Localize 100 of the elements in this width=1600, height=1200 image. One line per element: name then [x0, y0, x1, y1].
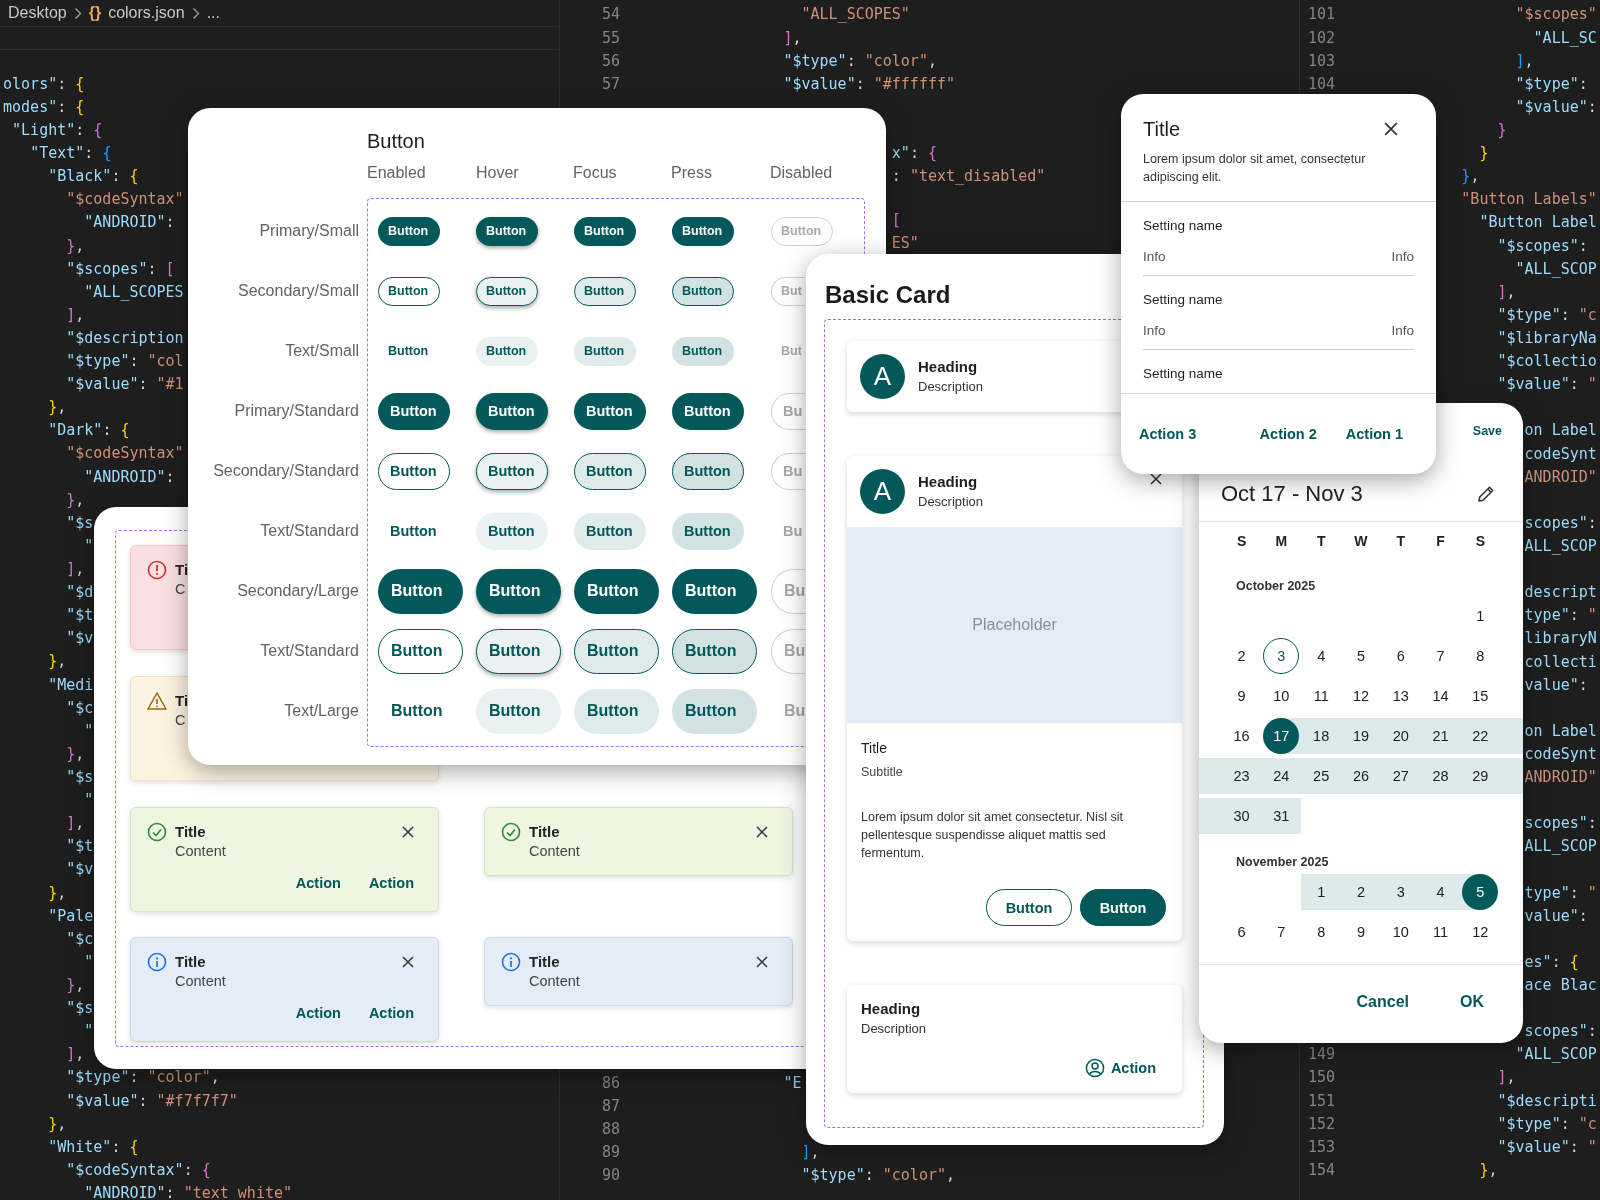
- sample-button[interactable]: Button: [378, 452, 450, 490]
- breadcrumb-item[interactable]: ...: [206, 4, 220, 22]
- sample-button[interactable]: Button: [574, 216, 636, 246]
- calendar-day[interactable]: 4: [1301, 638, 1342, 674]
- calendar-day[interactable]: 2: [1221, 638, 1262, 674]
- sample-button[interactable]: Button: [672, 452, 744, 490]
- calendar-day[interactable]: 2: [1341, 874, 1381, 910]
- calendar-day[interactable]: 11: [1420, 914, 1461, 950]
- sample-button[interactable]: Button: [672, 568, 757, 614]
- sample-button[interactable]: Button: [672, 628, 757, 674]
- sample-button[interactable]: Button: [574, 628, 659, 674]
- calendar-day[interactable]: 22: [1460, 718, 1501, 754]
- calendar-day[interactable]: 10: [1380, 914, 1421, 950]
- breadcrumb-item[interactable]: Desktop: [8, 4, 67, 22]
- sample-button[interactable]: Button: [378, 568, 463, 614]
- sample-button[interactable]: Button: [574, 276, 636, 306]
- breadcrumb-item[interactable]: colors.json: [108, 4, 185, 22]
- calendar-day[interactable]: 6: [1221, 914, 1262, 950]
- action-button[interactable]: Action: [1084, 1058, 1156, 1078]
- sample-button[interactable]: Button: [378, 688, 463, 734]
- sample-button[interactable]: Button: [672, 688, 757, 734]
- action-button[interactable]: Action 3: [1139, 425, 1197, 442]
- calendar-day[interactable]: 23: [1221, 758, 1262, 794]
- calendar-day[interactable]: 8: [1460, 638, 1501, 674]
- calendar-day[interactable]: 11: [1301, 678, 1342, 714]
- calendar-day[interactable]: 28: [1420, 758, 1461, 794]
- sample-button[interactable]: Button: [672, 512, 744, 550]
- card-button[interactable]: Button: [1080, 889, 1166, 926]
- close-icon[interactable]: [756, 956, 768, 969]
- calendar-day[interactable]: 3: [1380, 874, 1421, 910]
- sample-button[interactable]: Button: [378, 512, 450, 550]
- sample-button[interactable]: Button: [476, 512, 548, 550]
- sample-button[interactable]: Button: [378, 392, 450, 430]
- sample-button[interactable]: Button: [476, 216, 538, 246]
- calendar-day[interactable]: 29: [1460, 758, 1501, 794]
- sample-button[interactable]: Button: [378, 276, 440, 306]
- close-icon[interactable]: [1384, 122, 1398, 136]
- calendar-day[interactable]: 1: [1301, 874, 1342, 910]
- calendar-day[interactable]: 9: [1221, 678, 1262, 714]
- calendar-day[interactable]: 5: [1460, 874, 1501, 910]
- calendar-day[interactable]: 31: [1261, 798, 1302, 834]
- calendar-day[interactable]: 27: [1380, 758, 1421, 794]
- sample-button[interactable]: Button: [672, 276, 734, 306]
- calendar-day[interactable]: 26: [1341, 758, 1381, 794]
- calendar-day[interactable]: 19: [1341, 718, 1381, 754]
- calendar-day[interactable]: 13: [1380, 678, 1421, 714]
- sample-button[interactable]: Button: [574, 512, 646, 550]
- sample-button[interactable]: Button: [476, 568, 561, 614]
- calendar-day[interactable]: 16: [1221, 718, 1262, 754]
- calendar-day[interactable]: 30: [1221, 798, 1262, 834]
- calendar-day[interactable]: 12: [1341, 678, 1381, 714]
- calendar-day[interactable]: 10: [1261, 678, 1302, 714]
- calendar-day[interactable]: 15: [1460, 678, 1501, 714]
- calendar-day[interactable]: 9: [1341, 914, 1381, 950]
- sample-button[interactable]: Button: [574, 688, 659, 734]
- pencil-icon[interactable]: [1476, 484, 1496, 504]
- action-button[interactable]: Action: [295, 1005, 341, 1022]
- calendar-day[interactable]: 7: [1420, 638, 1461, 674]
- sample-button[interactable]: Button: [672, 336, 734, 366]
- dialog-button[interactable]: Cancel: [1356, 992, 1409, 1011]
- calendar-day[interactable]: 14: [1420, 678, 1461, 714]
- close-icon[interactable]: [1150, 473, 1162, 485]
- save-button[interactable]: Save: [1472, 424, 1502, 438]
- sample-button[interactable]: Button: [476, 452, 548, 490]
- sample-button[interactable]: Button: [378, 628, 463, 674]
- action-button[interactable]: Action: [368, 874, 414, 891]
- action-button[interactable]: Action 2: [1259, 425, 1317, 442]
- card-button[interactable]: Button: [986, 889, 1072, 926]
- calendar-day[interactable]: 25: [1301, 758, 1342, 794]
- calendar-day[interactable]: 6: [1380, 638, 1421, 674]
- sample-button[interactable]: Button: [574, 452, 646, 490]
- close-icon[interactable]: [402, 825, 414, 838]
- sample-button[interactable]: Button: [476, 336, 538, 366]
- action-button[interactable]: Action: [295, 874, 341, 891]
- sample-button[interactable]: Button: [672, 216, 734, 246]
- calendar-day[interactable]: 7: [1261, 914, 1302, 950]
- calendar-day[interactable]: 4: [1420, 874, 1461, 910]
- calendar-day[interactable]: 18: [1301, 718, 1342, 754]
- sample-button[interactable]: Button: [574, 568, 659, 614]
- calendar-day[interactable]: 24: [1261, 758, 1302, 794]
- calendar-day[interactable]: 5: [1341, 638, 1381, 674]
- sample-button[interactable]: Button: [476, 392, 548, 430]
- close-icon[interactable]: [402, 956, 414, 969]
- sample-button[interactable]: Button: [574, 392, 646, 430]
- action-button[interactable]: Action: [368, 1005, 414, 1022]
- calendar-day[interactable]: 17: [1261, 718, 1302, 754]
- sample-button[interactable]: Button: [476, 628, 561, 674]
- sample-button[interactable]: Button: [476, 276, 538, 306]
- calendar-day[interactable]: 1: [1460, 598, 1501, 634]
- sample-button[interactable]: Button: [378, 216, 440, 246]
- calendar-day[interactable]: 21: [1420, 718, 1461, 754]
- action-button[interactable]: Action 1: [1345, 425, 1403, 442]
- calendar-day[interactable]: 12: [1460, 914, 1501, 950]
- calendar-day[interactable]: 20: [1380, 718, 1421, 754]
- sample-button[interactable]: Button: [476, 688, 561, 734]
- sample-button[interactable]: Button: [378, 336, 440, 366]
- calendar-day[interactable]: 8: [1301, 914, 1342, 950]
- sample-button[interactable]: Button: [574, 336, 636, 366]
- sample-button[interactable]: Button: [672, 392, 744, 430]
- dialog-button[interactable]: OK: [1460, 992, 1484, 1011]
